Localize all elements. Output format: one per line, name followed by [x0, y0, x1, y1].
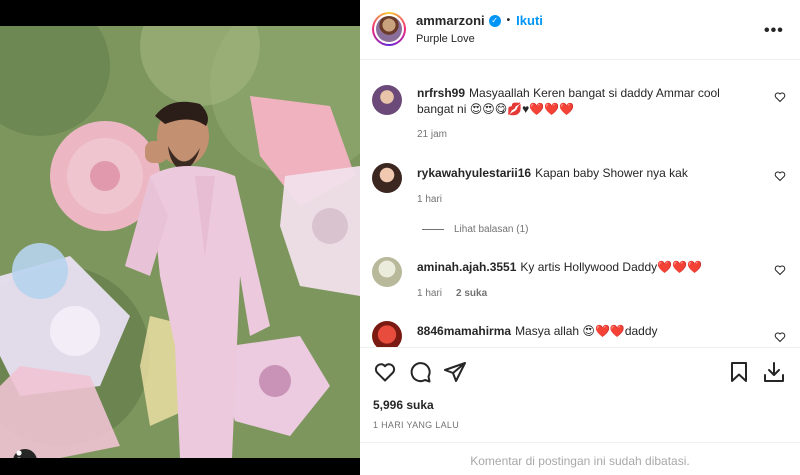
comment-text-block: rykawahyulestarii16 Kapan baby Shower nya…: [417, 165, 737, 181]
author-username[interactable]: ammarzoni: [416, 13, 485, 28]
heart-icon[interactable]: [373, 360, 397, 384]
comment-likes[interactable]: 2 suka: [456, 288, 487, 299]
comments-restricted-text: Komentar di postingan ini sudah dibatasi…: [470, 454, 690, 468]
view-replies-label[interactable]: Lihat balasan (1): [454, 224, 529, 235]
comments-restricted-footer: Komentar di postingan ini sudah dibatasi…: [360, 442, 800, 475]
post-time-ago[interactable]: 1 HARI YANG LALU: [373, 420, 459, 430]
separator-dot: •: [506, 15, 511, 26]
user-icon: [16, 450, 22, 458]
replies-divider: [422, 229, 444, 230]
comment-text: Kapan baby Shower nya kak: [535, 166, 688, 180]
comment-text-block: nrfrsh99 Masyaallah Keren bangat si daddy…: [417, 85, 737, 117]
comment-username[interactable]: aminah.ajah.3551: [417, 260, 516, 274]
share-icon[interactable]: [443, 360, 467, 384]
comment-username[interactable]: 8846mamahirma: [417, 324, 511, 338]
comments-list[interactable]: nrfrsh99 Masyaallah Keren bangat si daddy…: [360, 61, 800, 347]
post-actions-bar: [360, 347, 800, 395]
author-line: ammarzoni ✓ • Ikuti: [416, 13, 543, 28]
comment-time[interactable]: 1 hari: [417, 194, 442, 205]
comment-meta: 1 hari 2 suka: [417, 288, 487, 299]
audio-label[interactable]: Purple Love: [416, 33, 475, 45]
download-icon[interactable]: [762, 360, 786, 384]
comment-icon[interactable]: [408, 360, 432, 384]
post-side-panel: ammarzoni ✓ • Ikuti Purple Love ••• nrfr…: [360, 0, 800, 475]
bookmark-icon[interactable]: [727, 360, 751, 384]
comment-text: Ky artis Hollywood Daddy❤️❤️❤️: [520, 260, 702, 274]
likes-count[interactable]: 5,996 suka: [373, 398, 434, 412]
comment-meta: 1 hari: [417, 194, 442, 205]
follow-button[interactable]: Ikuti: [516, 13, 543, 28]
comment-text: Masya allah 😍❤️❤️daddy: [515, 324, 658, 338]
author-avatar[interactable]: [372, 12, 406, 46]
comment-text-block: 8846mamahirma Masya allah 😍❤️❤️daddy: [417, 323, 737, 339]
photo-illustration: [0, 26, 360, 458]
comment-avatar[interactable]: [372, 257, 402, 287]
comment-like-heart-icon[interactable]: [774, 264, 786, 276]
comment-avatar[interactable]: [372, 321, 402, 347]
media-pane: [0, 0, 360, 475]
comment-avatar[interactable]: [372, 85, 402, 115]
view-replies-button[interactable]: Lihat balasan (1): [422, 224, 529, 235]
comment-like-heart-icon[interactable]: [774, 170, 786, 182]
comment-text-block: aminah.ajah.3551 Ky artis Hollywood Daddy…: [417, 259, 737, 275]
post-header: ammarzoni ✓ • Ikuti Purple Love •••: [360, 0, 800, 60]
comment-username[interactable]: nrfrsh99: [417, 86, 465, 100]
comment-time[interactable]: 1 hari: [417, 288, 442, 299]
more-options-icon[interactable]: •••: [764, 22, 784, 40]
comment-like-heart-icon[interactable]: [774, 91, 786, 103]
comment-meta: 21 jam: [417, 129, 447, 140]
comment-like-heart-icon[interactable]: [774, 331, 786, 343]
comment-avatar[interactable]: [372, 163, 402, 193]
post-photo[interactable]: [0, 26, 360, 458]
comment-username[interactable]: rykawahyulestarii16: [417, 166, 531, 180]
verified-badge-icon: ✓: [488, 14, 501, 27]
comment-time[interactable]: 21 jam: [417, 129, 447, 140]
